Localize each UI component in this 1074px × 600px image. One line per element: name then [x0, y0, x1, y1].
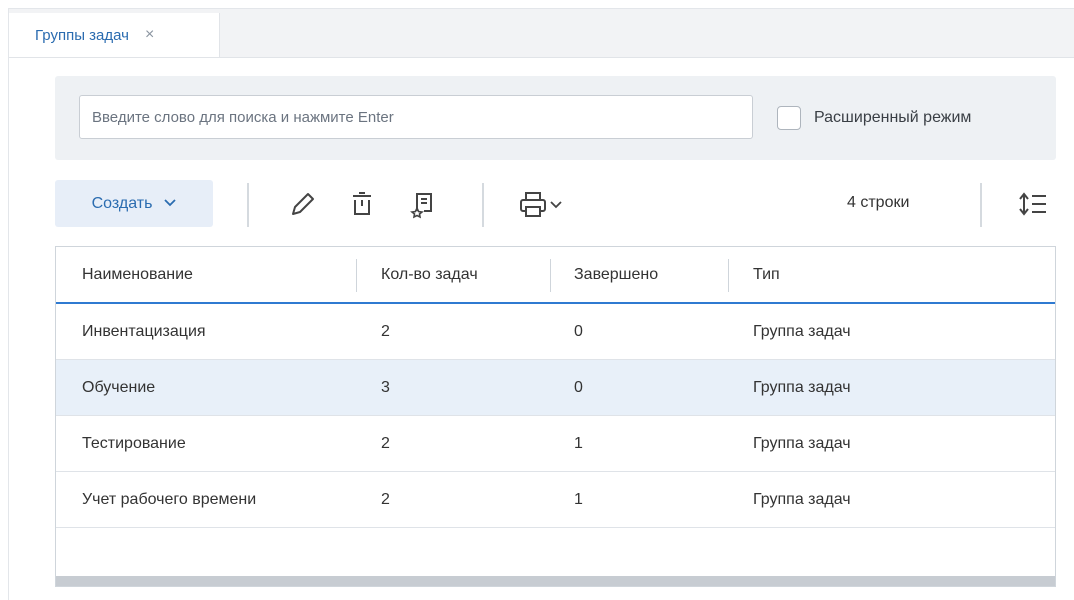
- toolbar: Создать 4 строки: [55, 177, 1065, 233]
- search-panel: Расширенный режим: [55, 76, 1056, 160]
- table-row[interactable]: Учет рабочего времени 2 1 Группа задач: [56, 472, 1055, 528]
- cell-task-count: 2: [381, 491, 390, 508]
- column-divider[interactable]: [356, 259, 357, 292]
- trash-icon[interactable]: [344, 186, 380, 222]
- advanced-mode-label: Расширенный режим: [814, 109, 972, 126]
- tab-task-groups[interactable]: Группы задач ×: [9, 13, 220, 57]
- column-divider[interactable]: [550, 259, 551, 292]
- chevron-down-icon: [164, 198, 177, 210]
- table-row[interactable]: Инвентацизация 2 0 Группа задач: [56, 304, 1055, 360]
- column-header-name[interactable]: Наименование: [82, 247, 193, 302]
- horizontal-scrollbar[interactable]: [56, 576, 1055, 586]
- pencil-icon[interactable]: [284, 186, 320, 222]
- cell-completed: 0: [574, 323, 583, 340]
- cell-name: Инвентацизация: [82, 323, 206, 340]
- cell-task-count: 2: [381, 323, 390, 340]
- cell-name: Тестирование: [82, 435, 186, 452]
- table-row[interactable]: Тестирование 2 1 Группа задач: [56, 416, 1055, 472]
- cell-task-count: 2: [381, 435, 390, 452]
- advanced-mode-toggle[interactable]: Расширенный режим: [777, 105, 971, 131]
- task-groups-table: Наименование Кол-во задач Завершено Тип …: [55, 246, 1056, 587]
- advanced-mode-checkbox[interactable]: [777, 106, 801, 130]
- search-input[interactable]: [79, 95, 753, 139]
- toolbar-divider: [247, 183, 249, 227]
- cell-completed: 1: [574, 435, 583, 452]
- rows-count: 4 строки: [847, 194, 910, 211]
- cell-type: Группа задач: [753, 379, 851, 396]
- column-header-type[interactable]: Тип: [753, 247, 780, 302]
- printer-icon[interactable]: [515, 186, 551, 222]
- tab-bar: Группы задач ×: [9, 9, 1074, 58]
- column-divider[interactable]: [728, 259, 729, 292]
- cell-task-count: 3: [381, 379, 390, 396]
- table-row[interactable]: Обучение 3 0 Группа задач: [56, 360, 1055, 416]
- table-body: Инвентацизация 2 0 Группа задач Обучение…: [56, 304, 1055, 528]
- column-header-completed[interactable]: Завершено: [574, 247, 658, 302]
- create-button-label: Создать: [91, 194, 153, 212]
- toolbar-divider: [980, 183, 982, 227]
- cell-type: Группа задач: [753, 491, 851, 508]
- toolbar-divider: [482, 183, 484, 227]
- column-header-task-count[interactable]: Кол-во задач: [381, 247, 478, 302]
- table-header: Наименование Кол-во задач Завершено Тип: [56, 247, 1055, 304]
- cell-type: Группа задач: [753, 435, 851, 452]
- app-frame: Группы задач × Расширенный режим Создать: [8, 8, 1074, 600]
- close-icon[interactable]: ×: [145, 26, 154, 44]
- tab-label: Группы задач: [35, 26, 129, 44]
- cell-completed: 0: [574, 379, 583, 396]
- cell-name: Учет рабочего времени: [82, 491, 257, 508]
- create-button[interactable]: Создать: [55, 180, 213, 227]
- chevron-down-icon[interactable]: [549, 186, 563, 222]
- cell-completed: 1: [574, 491, 583, 508]
- row-height-icon[interactable]: [1015, 186, 1051, 222]
- bookmark-note-icon[interactable]: [405, 186, 441, 222]
- cell-name: Обучение: [82, 379, 156, 396]
- cell-type: Группа задач: [753, 323, 851, 340]
